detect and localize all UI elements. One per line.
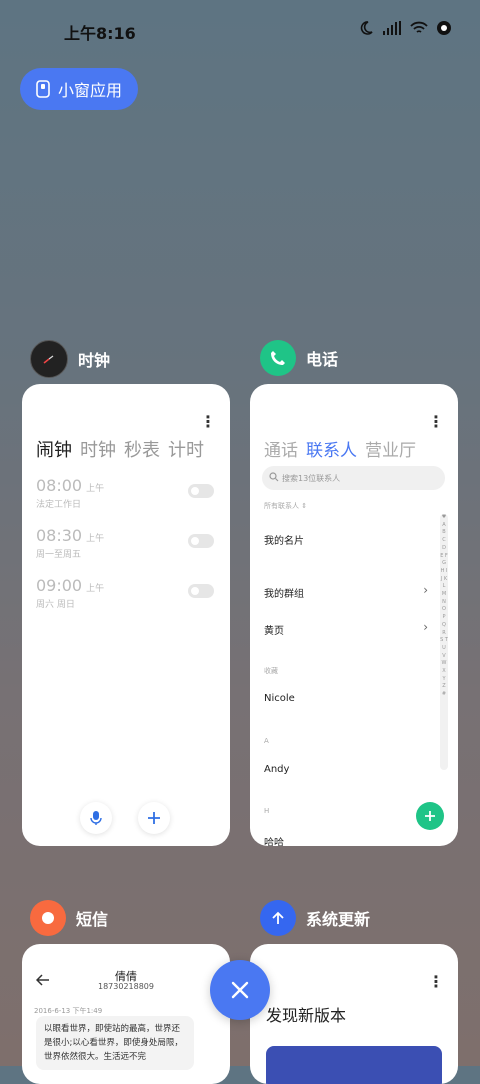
alarm-desc: 法定工作日: [36, 500, 82, 510]
search-placeholder: 搜索13位联系人: [282, 473, 341, 483]
alarm-toggle[interactable]: [188, 484, 214, 498]
sms-app-card[interactable]: 倩倩 18730218809 2016-6-13 下午1:49 以眼看世界，即使…: [22, 944, 230, 1084]
status-bar: 上午8:16: [0, 0, 480, 60]
more-icon[interactable]: ⋮: [428, 972, 444, 991]
contact-filter-label: 所有联系人: [264, 502, 299, 510]
alphabet-index[interactable]: ♥ A B C D E F G H I J K L M N O P Q R S …: [440, 514, 448, 770]
message-timestamp: 2016-6-13 下午1:49: [34, 1007, 103, 1015]
alarm-toggle[interactable]: [188, 534, 214, 548]
tab-alarm[interactable]: 闹钟: [36, 436, 72, 462]
tab-service-hall[interactable]: 营业厅: [365, 436, 416, 461]
alarm-ampm: 上午: [86, 484, 105, 494]
update-app-card[interactable]: ⋮ 发现新版本: [250, 944, 458, 1084]
sms-app-name: 短信: [76, 910, 109, 929]
clock-tabs: 闹钟 时钟 秒表 计时: [36, 436, 204, 462]
chevron-right-icon: ›: [423, 620, 428, 634]
clock-icon: [30, 340, 68, 378]
signal-icon: [383, 21, 401, 35]
wifi-icon: [410, 21, 428, 33]
tab-calls[interactable]: 通话: [264, 436, 298, 461]
update-app-name: 系统更新: [306, 910, 371, 929]
section-header-h: H: [264, 807, 270, 815]
phone-tabs: 通话 联系人 营业厅: [264, 436, 416, 461]
alarm-ampm: 上午: [86, 534, 105, 544]
alarm-desc: 周一至周五: [36, 550, 82, 560]
alarm-time: 08:30: [36, 526, 83, 545]
phone-icon: [260, 340, 296, 376]
small-window-apps-button[interactable]: 小窗应用: [20, 68, 138, 110]
contact-item[interactable]: Andy: [264, 764, 289, 775]
my-groups-item[interactable]: 我的群组: [264, 585, 304, 600]
alarm-toggle[interactable]: [188, 584, 214, 598]
alarm-time: 09:00: [36, 576, 83, 595]
phone-app-card[interactable]: ⋮ 通话 联系人 营业厅 搜索13位联系人 所有联系人 ⇕ 我的名片 我的群组 …: [250, 384, 458, 846]
clock-app-name: 时钟: [78, 351, 111, 370]
add-alarm-button[interactable]: [138, 802, 170, 834]
plus-icon: [148, 812, 160, 824]
add-contact-button[interactable]: [416, 802, 444, 830]
tab-contacts[interactable]: 联系人: [306, 436, 357, 461]
alarm-time: 08:00: [36, 476, 83, 495]
clock-app-header[interactable]: 时钟: [30, 340, 110, 378]
update-title: 发现新版本: [266, 1006, 347, 1025]
update-app-header[interactable]: 系统更新: [260, 900, 370, 936]
tab-clock[interactable]: 时钟: [80, 436, 116, 462]
more-icon[interactable]: ⋮: [428, 412, 444, 431]
phone-app-header[interactable]: 电话: [260, 340, 338, 376]
contact-search-input[interactable]: 搜索13位联系人: [262, 466, 445, 490]
sms-app-header[interactable]: 短信: [30, 900, 108, 936]
section-header-favorites: 收藏: [264, 667, 278, 675]
my-card-item[interactable]: 我的名片: [264, 532, 304, 547]
microphone-icon: [90, 811, 102, 825]
more-icon[interactable]: ⋮: [200, 412, 216, 431]
status-icons: [358, 20, 452, 36]
contact-item[interactable]: 哈哈: [264, 834, 284, 846]
arrow-up-icon: [260, 900, 296, 936]
chevron-right-icon: ›: [423, 583, 428, 597]
contact-filter[interactable]: 所有联系人 ⇕: [264, 501, 307, 511]
alarm-ampm: 上午: [86, 584, 105, 594]
update-banner-image: [266, 1046, 442, 1084]
phone-app-name: 电话: [306, 350, 339, 369]
contact-item[interactable]: Nicole: [264, 693, 295, 704]
clock-app-card[interactable]: ⋮ 闹钟 时钟 秒表 计时 08:00 上午 法定工作日 08:30 上午 周一至周…: [22, 384, 230, 846]
tab-timer[interactable]: 计时: [168, 436, 204, 462]
clear-all-button[interactable]: [210, 960, 270, 1020]
conversation-number: 18730218809: [98, 982, 154, 991]
tab-stopwatch[interactable]: 秒表: [124, 436, 160, 462]
status-time: 上午8:16: [64, 24, 136, 43]
yellow-pages-item[interactable]: 黄页: [264, 622, 284, 637]
moon-icon: [360, 21, 373, 35]
message-bubble[interactable]: 以眼看世界，即使站的最高，世界还是很小;以心看世界，即使身处局限，世界依然很大。…: [36, 1016, 194, 1070]
sort-icon: ⇕: [301, 502, 308, 510]
plus-icon: [425, 811, 435, 821]
battery-icon: [437, 21, 451, 35]
search-icon: [269, 472, 279, 482]
voice-alarm-button[interactable]: [80, 802, 112, 834]
alarm-desc: 周六 周日: [36, 600, 75, 610]
section-header-a: A: [264, 737, 269, 745]
close-icon: [231, 981, 249, 999]
message-icon: [30, 900, 66, 936]
small-window-icon: [36, 80, 50, 98]
small-window-label: 小窗应用: [58, 81, 123, 100]
